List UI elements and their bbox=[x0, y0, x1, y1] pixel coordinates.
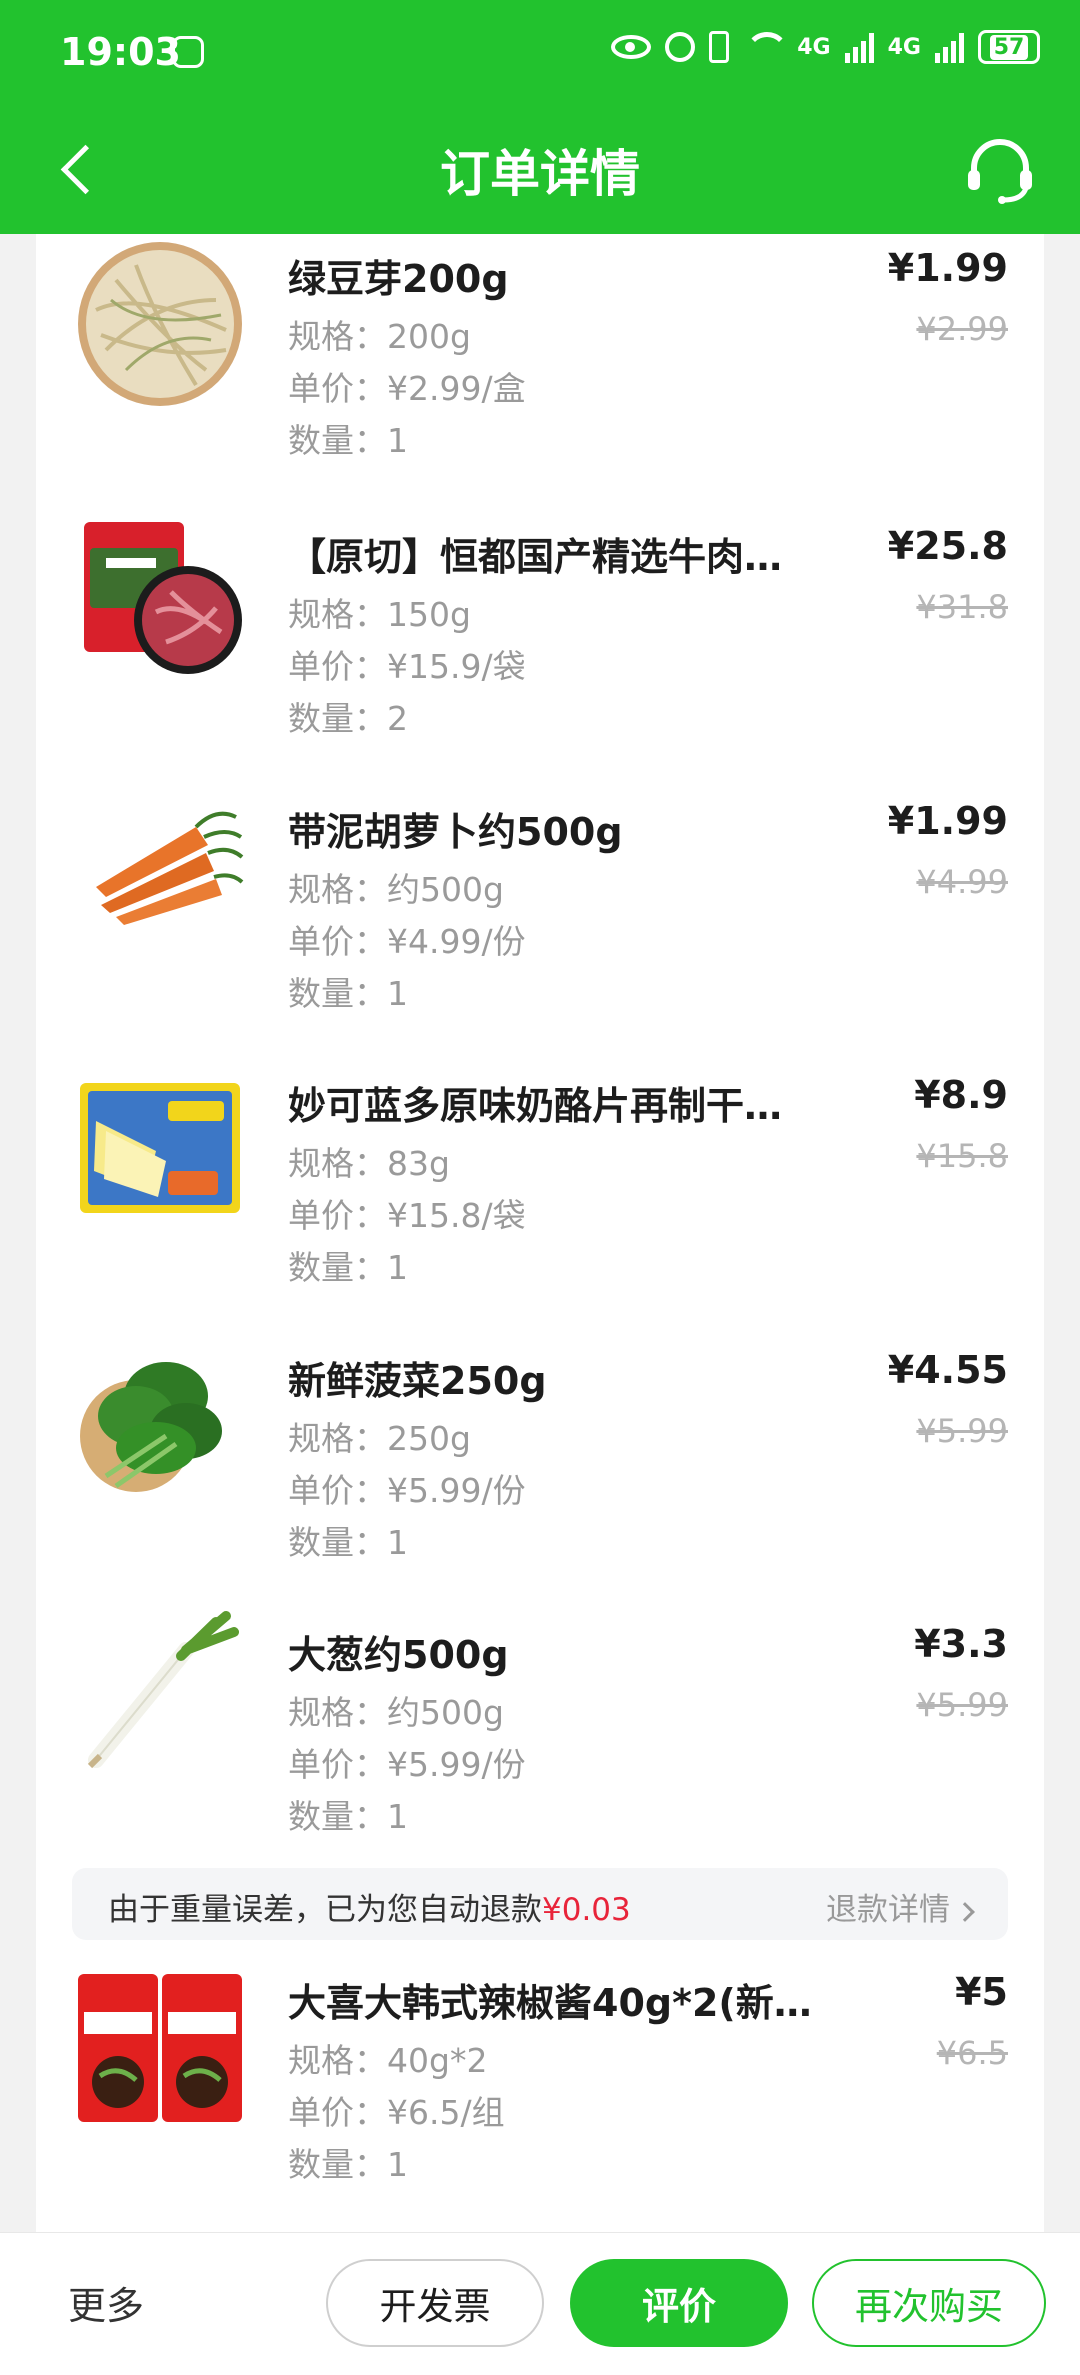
item-price: ¥8.9 bbox=[914, 1073, 1008, 1117]
chili-sauce-image bbox=[76, 1964, 244, 2132]
item-name: 大葱约500g bbox=[288, 1633, 509, 1677]
item-name: 大喜大韩式辣椒酱40g*2(新… bbox=[288, 1981, 812, 2025]
item-quantity: 数量：1 bbox=[288, 421, 408, 460]
status-icons: 4G 4G 57 bbox=[611, 30, 1040, 64]
network-label-1: 4G bbox=[797, 34, 831, 60]
item-quantity: 数量：1 bbox=[288, 1797, 408, 1836]
hand-icon bbox=[172, 36, 204, 68]
order-items-panel: 绿豆芽200g 规格：200g 单价：¥2.99/盒 数量：1 ¥1.99 ¥2… bbox=[36, 234, 1044, 2232]
refund-message: 由于重量误差，已为您自动退款¥0.03 bbox=[108, 1884, 631, 1929]
status-time: 19:03 bbox=[60, 30, 181, 74]
item-unit-price: 单价：¥2.99/盒 bbox=[288, 369, 526, 408]
item-quantity: 数量：1 bbox=[288, 2145, 408, 2184]
refund-text: 由于重量误差，已为您自动退款 bbox=[108, 1892, 542, 1928]
refund-details-link[interactable]: 退款详情 bbox=[826, 1884, 975, 1929]
item-original-price: ¥6.5 bbox=[936, 2034, 1008, 2072]
item-unit-price: 单价：¥15.9/袋 bbox=[288, 647, 526, 686]
item-unit-price: 单价：¥4.99/份 bbox=[288, 922, 526, 961]
review-button[interactable]: 评价 bbox=[570, 2259, 788, 2347]
item-spec: 规格：83g bbox=[288, 1144, 450, 1183]
item-name: 【原切】恒都国产精选牛肉… bbox=[288, 535, 783, 579]
item-spec: 规格：200g bbox=[288, 317, 471, 356]
wifi-icon bbox=[743, 32, 790, 62]
list-item[interactable]: 新鲜菠菜250g 规格：250g 单价：¥5.99/份 数量：1 ¥4.55 ¥… bbox=[36, 1336, 1044, 1606]
item-original-price: ¥31.8 bbox=[916, 588, 1008, 626]
status-bar: 19:03 4G 4G 57 bbox=[0, 0, 1080, 106]
item-spec: 规格：40g*2 bbox=[288, 2041, 488, 2080]
carrots-image bbox=[76, 787, 244, 955]
item-spec: 规格：250g bbox=[288, 1419, 471, 1458]
eye-icon bbox=[611, 35, 652, 59]
nav-bar: 订单详情 bbox=[0, 106, 1080, 234]
item-unit-price: 单价：¥5.99/份 bbox=[288, 1745, 526, 1784]
list-item[interactable]: 带泥胡萝卜约500g 规格：约500g 单价：¥4.99/份 数量：1 ¥1.9… bbox=[36, 787, 1044, 1057]
spinach-image bbox=[76, 1336, 244, 1504]
invoice-button[interactable]: 开发票 bbox=[326, 2259, 544, 2347]
list-item[interactable]: 【原切】恒都国产精选牛肉… 规格：150g 单价：¥15.9/袋 数量：2 ¥2… bbox=[36, 512, 1044, 782]
signal-icon-2 bbox=[935, 31, 964, 63]
headset-icon[interactable] bbox=[960, 130, 1040, 210]
list-item[interactable]: 大喜大韩式辣椒酱40g*2(新… 规格：40g*2 单价：¥6.5/组 数量：1… bbox=[36, 1958, 1044, 2228]
more-button[interactable]: 更多 bbox=[68, 2275, 144, 2330]
item-unit-price: 单价：¥15.8/袋 bbox=[288, 1196, 526, 1235]
item-price: ¥1.99 bbox=[887, 246, 1008, 290]
item-original-price: ¥4.99 bbox=[916, 863, 1008, 901]
network-label-2: 4G bbox=[887, 34, 921, 60]
battery-icon: 57 bbox=[978, 30, 1040, 64]
item-spec: 规格：约500g bbox=[288, 870, 504, 909]
item-unit-price: 单价：¥6.5/组 bbox=[288, 2093, 505, 2132]
item-original-price: ¥5.99 bbox=[916, 1412, 1008, 1450]
refund-notice: 由于重量误差，已为您自动退款¥0.03 退款详情 bbox=[72, 1868, 1008, 1940]
vibrate-icon bbox=[709, 31, 730, 63]
item-quantity: 数量：1 bbox=[288, 1248, 408, 1287]
item-price: ¥25.8 bbox=[887, 524, 1008, 568]
page-title: 订单详情 bbox=[440, 145, 640, 203]
signal-icon-1 bbox=[844, 31, 874, 63]
item-original-price: ¥15.8 bbox=[916, 1137, 1008, 1175]
item-quantity: 数量：1 bbox=[288, 1523, 408, 1562]
chevron-right-icon bbox=[955, 1901, 975, 1922]
item-name: 新鲜菠菜250g bbox=[288, 1359, 547, 1403]
item-quantity: 数量：1 bbox=[288, 974, 408, 1013]
item-name: 绿豆芽200g bbox=[288, 257, 509, 301]
alarm-icon bbox=[665, 32, 696, 62]
item-original-price: ¥5.99 bbox=[916, 1686, 1008, 1724]
item-price: ¥4.55 bbox=[887, 1348, 1008, 1392]
item-unit-price: 单价：¥5.99/份 bbox=[288, 1471, 526, 1510]
item-spec: 规格：约500g bbox=[288, 1693, 504, 1732]
item-spec: 规格：150g bbox=[288, 595, 471, 634]
bottom-action-bar: 更多 开发票 评价 再次购买 bbox=[0, 2232, 1080, 2375]
item-original-price: ¥2.99 bbox=[916, 310, 1008, 348]
list-item[interactable]: 妙可蓝多原味奶酪片再制干… 规格：83g 单价：¥15.8/袋 数量：1 ¥8.… bbox=[36, 1061, 1044, 1331]
refund-details-label: 退款详情 bbox=[826, 1892, 950, 1928]
item-name: 带泥胡萝卜约500g bbox=[288, 810, 623, 854]
item-price: ¥1.99 bbox=[887, 799, 1008, 843]
item-price: ¥3.3 bbox=[914, 1622, 1008, 1666]
list-item[interactable]: 绿豆芽200g 规格：200g 单价：¥2.99/盒 数量：1 ¥1.99 ¥2… bbox=[36, 234, 1044, 504]
cheese-slices-image bbox=[76, 1061, 244, 1229]
refund-amount: ¥0.03 bbox=[542, 1892, 631, 1928]
item-name: 妙可蓝多原味奶酪片再制干… bbox=[288, 1084, 783, 1128]
battery-level: 57 bbox=[989, 34, 1029, 60]
list-item[interactable]: 大葱约500g 规格：约500g 单价：¥5.99/份 数量：1 ¥3.3 ¥5… bbox=[36, 1610, 1044, 1880]
beef-pack-image bbox=[76, 512, 244, 680]
scallion-image bbox=[76, 1610, 244, 1778]
item-quantity: 数量：2 bbox=[288, 699, 408, 738]
rebuy-button[interactable]: 再次购买 bbox=[812, 2259, 1046, 2347]
bean-sprouts-image bbox=[76, 240, 244, 408]
item-price: ¥5 bbox=[955, 1970, 1008, 2014]
